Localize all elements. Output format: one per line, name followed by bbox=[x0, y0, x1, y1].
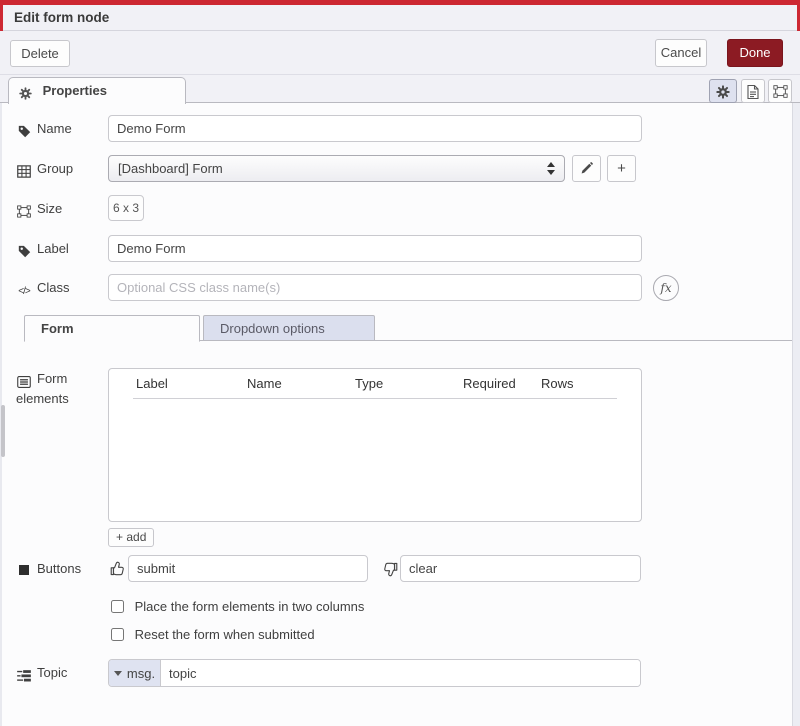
column-header: Type bbox=[355, 376, 383, 391]
column-header: Required bbox=[463, 376, 516, 391]
reset-form-checkbox[interactable] bbox=[111, 628, 124, 641]
submit-button-input[interactable] bbox=[128, 555, 368, 582]
cancel-button[interactable]: Cancel bbox=[655, 39, 707, 67]
column-header: Name bbox=[247, 376, 282, 391]
code-icon: </> bbox=[16, 286, 32, 297]
header-divider bbox=[133, 398, 617, 399]
appearance-section-button[interactable] bbox=[768, 79, 792, 103]
delete-button[interactable]: Delete bbox=[10, 40, 70, 67]
form-elements-label: Form elements bbox=[16, 370, 102, 408]
done-button[interactable]: Done bbox=[727, 39, 783, 67]
editor-tab-bar: Properties bbox=[0, 75, 800, 103]
tag-icon bbox=[16, 243, 32, 258]
topic-typed-input: msg. bbox=[108, 659, 641, 687]
properties-form: Name Group [Dashboard] Form + S bbox=[0, 103, 800, 726]
tab-properties[interactable]: Properties bbox=[8, 77, 186, 104]
plus-icon: + bbox=[617, 160, 626, 177]
edit-form-node-dialog: Edit form node Delete Cancel Done Proper… bbox=[0, 0, 800, 726]
description-section-button[interactable] bbox=[741, 79, 765, 103]
group-select[interactable]: [Dashboard] Form bbox=[108, 155, 565, 182]
reset-form-option: Reset the form when submitted bbox=[111, 627, 315, 642]
chevron-down-icon bbox=[114, 671, 122, 676]
object-size-icon bbox=[16, 203, 32, 218]
name-field-label: Name bbox=[16, 121, 72, 138]
buttons-field-label: Buttons bbox=[16, 561, 81, 578]
table-icon bbox=[16, 163, 32, 178]
form-elements-list[interactable]: Label Name Type Required Rows bbox=[108, 368, 642, 522]
column-header: Label bbox=[136, 376, 168, 391]
clear-button-input[interactable] bbox=[400, 555, 641, 582]
scrollbar-thumb[interactable] bbox=[1, 405, 5, 457]
two-columns-label: Place the form elements in two columns bbox=[135, 599, 365, 614]
gear-icon bbox=[716, 83, 730, 98]
pencil-icon bbox=[580, 160, 593, 175]
dialog-title: Edit form node bbox=[3, 5, 797, 31]
label-field-label: Label bbox=[16, 241, 69, 258]
tab-dropdown-options[interactable]: Dropdown options bbox=[203, 315, 375, 341]
topic-field-label: Topic bbox=[16, 665, 67, 682]
label-input[interactable] bbox=[108, 235, 642, 262]
topic-type-button[interactable]: msg. bbox=[109, 660, 161, 686]
add-group-button[interactable]: + bbox=[607, 155, 636, 182]
topic-input[interactable] bbox=[161, 660, 640, 686]
class-field-label: </>Class bbox=[16, 280, 70, 297]
appearance-icon bbox=[773, 83, 788, 98]
add-element-button[interactable]: + add bbox=[108, 528, 154, 547]
two-columns-checkbox[interactable] bbox=[111, 600, 124, 613]
list-icon bbox=[16, 372, 32, 390]
tab-form[interactable]: Form bbox=[24, 315, 200, 342]
column-header: Rows bbox=[541, 376, 574, 391]
tab-properties-label: Properties bbox=[43, 83, 107, 98]
thumbs-up-icon bbox=[110, 560, 126, 576]
two-columns-option: Place the form elements in two columns bbox=[111, 599, 364, 614]
size-button[interactable]: 6 x 3 bbox=[108, 195, 144, 221]
expression-button[interactable]: fx bbox=[653, 275, 679, 301]
topic-type-label: msg. bbox=[127, 666, 155, 681]
class-input[interactable] bbox=[108, 274, 642, 301]
name-input[interactable] bbox=[108, 115, 642, 142]
select-spinner-icon bbox=[547, 162, 555, 175]
square-icon bbox=[16, 563, 32, 578]
edit-group-button[interactable] bbox=[572, 155, 601, 182]
size-field-label: Size bbox=[16, 201, 62, 218]
thumbs-down-icon bbox=[383, 561, 399, 577]
properties-section-button[interactable] bbox=[709, 79, 737, 103]
form-subtabs: Form Dropdown options bbox=[24, 315, 792, 341]
right-gutter bbox=[792, 103, 800, 726]
reset-form-label: Reset the form when submitted bbox=[135, 627, 315, 642]
tasks-icon bbox=[16, 667, 32, 682]
dialog-toolbar: Delete Cancel Done bbox=[0, 31, 800, 75]
group-field-label: Group bbox=[16, 161, 73, 178]
document-icon bbox=[747, 83, 759, 98]
tag-icon bbox=[16, 123, 32, 138]
gear-icon bbox=[19, 85, 36, 100]
